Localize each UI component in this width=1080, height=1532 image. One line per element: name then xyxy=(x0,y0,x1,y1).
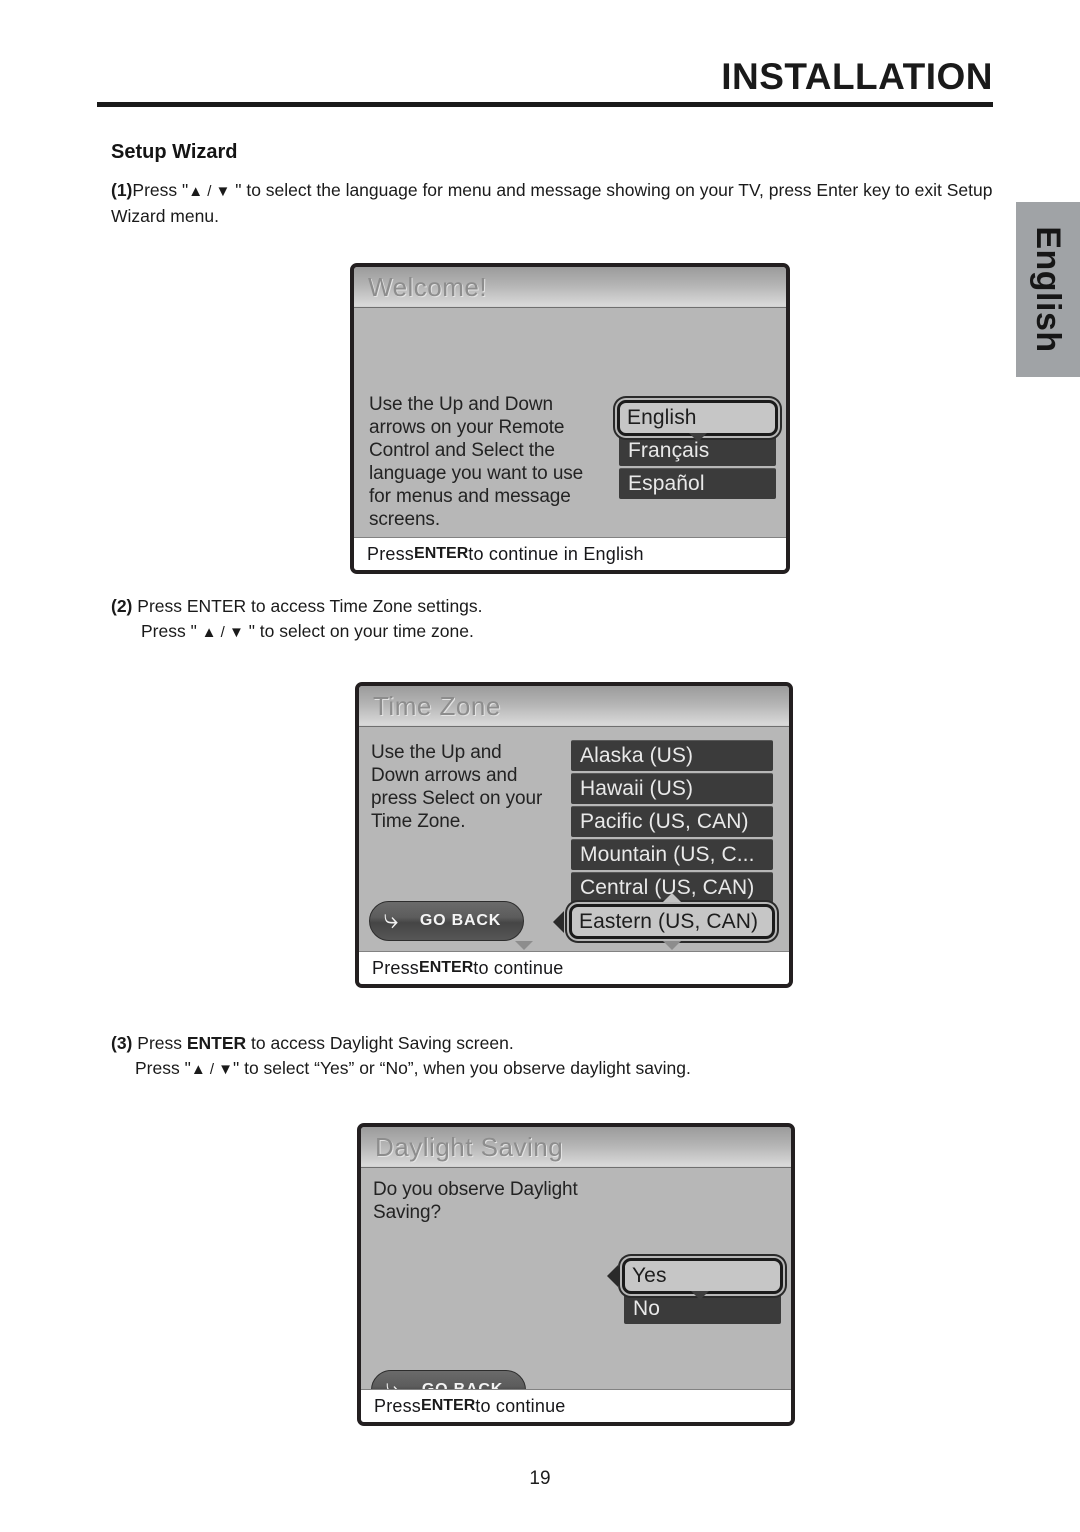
language-option-espanol-label: Español xyxy=(628,472,705,495)
language-side-tab: English xyxy=(1016,202,1080,377)
step-2-line-2-before: Press " xyxy=(141,621,202,641)
welcome-description: Use the Up and Down arrows on your Remot… xyxy=(369,394,584,530)
welcome-screen-dialog: Welcome! Use the Up and Down arrows on y… xyxy=(350,263,790,574)
timezone-option-pacific[interactable]: Pacific (US, CAN) xyxy=(571,806,773,837)
daylight-option-yes-label: Yes xyxy=(632,1264,667,1287)
timezone-footer-enter: ENTER xyxy=(419,959,474,976)
welcome-footer: Press ENTER to continue in English xyxy=(354,537,786,570)
timezone-footer-before: Press xyxy=(372,957,420,978)
welcome-body: Use the Up and Down arrows on your Remot… xyxy=(354,308,786,570)
up-down-arrows-icon: ▲ / ▼ xyxy=(188,183,231,200)
language-option-english-selected[interactable]: English xyxy=(617,400,778,436)
daylight-footer-before: Press xyxy=(374,1395,422,1416)
timezone-body: Use the Up and Down arrows and press Sel… xyxy=(359,727,789,984)
selection-pointer-icon xyxy=(553,911,564,933)
up-down-arrows-icon: ▲ / ▼ xyxy=(190,1061,234,1078)
timezone-option-mountain-label: Mountain (US, C... xyxy=(580,843,755,866)
step-1-number: (1) xyxy=(111,180,133,200)
timezone-screen-dialog: Time Zone Use the Up and Down arrows and… xyxy=(355,682,793,988)
timezone-title: Time Zone xyxy=(373,690,501,721)
step-3-line-2-before: Press " xyxy=(135,1058,191,1078)
welcome-title-bar: Welcome! xyxy=(354,267,786,308)
timezone-footer-after: to continue xyxy=(473,957,564,978)
timezone-option-alaska-label: Alaska (US) xyxy=(580,744,694,767)
language-option-english-label: English xyxy=(627,406,697,429)
scroll-down-caret-icon xyxy=(689,433,707,442)
step-1-text-after: " to select the language for menu and me… xyxy=(111,180,993,226)
step-2-line-2-after: " to select on your time zone. xyxy=(243,621,474,641)
step-2-line-1: Press ENTER to access Time Zone settings… xyxy=(137,596,483,616)
page-header: INSTALLATION xyxy=(97,56,993,114)
step-3-line-1-after: to access Daylight Saving screen. xyxy=(246,1033,514,1053)
timezone-option-alaska[interactable]: Alaska (US) xyxy=(571,740,773,771)
daylight-footer-after: to continue xyxy=(475,1395,566,1416)
step-3-line-2: Press "▲ / ▼" to select “Yes” or “No”, w… xyxy=(111,1056,941,1082)
step-3-line-1-before: Press xyxy=(137,1033,187,1053)
language-option-espanol[interactable]: Español xyxy=(619,468,776,499)
header-rule xyxy=(97,102,993,107)
go-back-button[interactable]: ⤷ GO BACK xyxy=(369,901,524,941)
daylight-option-yes[interactable]: Yes xyxy=(622,1258,783,1294)
scroll-up-caret-icon xyxy=(663,893,681,902)
timezone-option-mountain[interactable]: Mountain (US, C... xyxy=(571,839,773,870)
daylight-footer: Press ENTER to continue xyxy=(361,1389,791,1422)
go-back-button-label: GO BACK xyxy=(419,912,502,929)
timezone-option-pacific-label: Pacific (US, CAN) xyxy=(580,810,749,833)
scroll-down-caret-icon xyxy=(691,1291,709,1300)
daylight-option-no-label: No xyxy=(633,1297,661,1320)
section-title: Setup Wizard xyxy=(111,141,238,163)
language-option-francais-label: Français xyxy=(628,439,710,462)
step-3-enter-keyword: ENTER xyxy=(186,1033,247,1053)
welcome-footer-enter: ENTER xyxy=(414,545,469,562)
page-number: 19 xyxy=(529,1468,551,1489)
timezone-option-hawaii[interactable]: Hawaii (US) xyxy=(571,773,773,804)
daylight-description: Do you observe Daylight Saving? xyxy=(373,1179,578,1223)
timezone-option-eastern[interactable]: Eastern (US, CAN) xyxy=(569,904,775,939)
timezone-description: Use the Up and Down arrows and press Sel… xyxy=(371,742,543,832)
up-down-arrows-icon: ▲ / ▼ xyxy=(201,624,244,641)
step-2-number: (2) xyxy=(111,596,133,616)
selection-pointer-icon xyxy=(607,1265,618,1287)
step-1-paragraph: (1)Press "▲ / ▼ " to select the language… xyxy=(111,178,1001,229)
timezone-footer: Press ENTER to continue xyxy=(359,951,789,984)
step-2-paragraph: (2) Press ENTER to access Time Zone sett… xyxy=(111,594,941,645)
list-more-caret-icon xyxy=(515,941,533,950)
step-2-line-2: Press " ▲ / ▼ " to select on your time z… xyxy=(111,619,941,645)
timezone-title-bar: Time Zone xyxy=(359,686,789,727)
welcome-footer-after: to continue in English xyxy=(468,543,644,564)
page-title: INSTALLATION xyxy=(721,56,993,97)
daylight-saving-screen-dialog: Daylight Saving Do you observe Daylight … xyxy=(357,1123,795,1426)
timezone-option-hawaii-label: Hawaii (US) xyxy=(580,777,694,800)
step-3-number: (3) xyxy=(111,1033,133,1053)
timezone-option-eastern-label: Eastern (US, CAN) xyxy=(579,909,759,933)
side-tab-label: English xyxy=(1029,226,1067,353)
scroll-down-caret-icon xyxy=(663,941,681,950)
daylight-footer-enter: ENTER xyxy=(421,1397,476,1414)
daylight-title: Daylight Saving xyxy=(375,1131,564,1162)
welcome-footer-before: Press xyxy=(367,543,415,564)
step-3-paragraph: (3) Press ENTER to access Daylight Savin… xyxy=(111,1031,941,1082)
step-3-line-2-after: " to select “Yes” or “No”, when you obse… xyxy=(233,1058,691,1078)
step-1-text-before: Press " xyxy=(132,180,189,200)
daylight-body: Do you observe Daylight Saving? No Yes ⤷… xyxy=(361,1168,791,1422)
daylight-title-bar: Daylight Saving xyxy=(361,1127,791,1168)
back-arrow-icon: ⤷ xyxy=(383,904,399,934)
welcome-title: Welcome! xyxy=(368,271,488,302)
